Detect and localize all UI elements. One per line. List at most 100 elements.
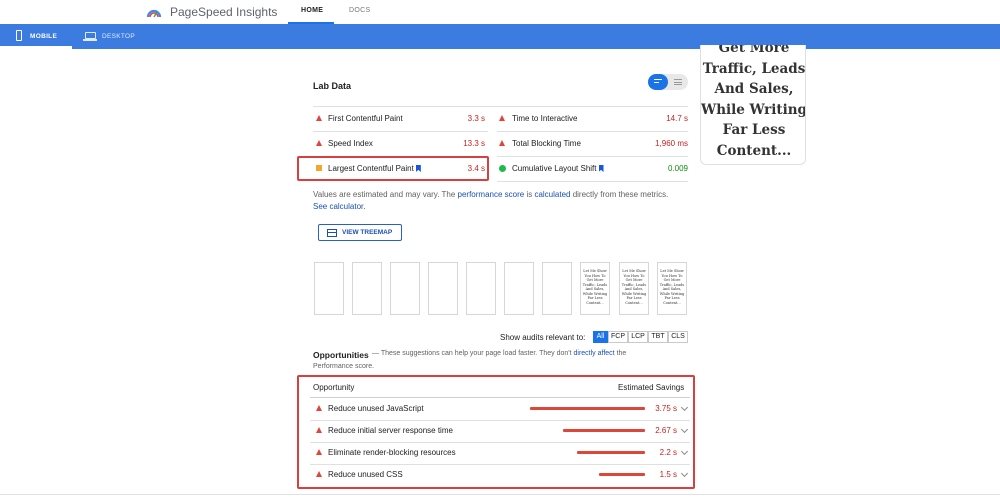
nav-tab-docs[interactable]: DOCS — [349, 7, 370, 14]
summary-list-icon — [654, 79, 662, 85]
filmstrip-frame — [314, 262, 344, 315]
divider — [313, 106, 688, 107]
lab-data-note: Values are estimated and may vary. The p… — [313, 189, 683, 213]
pass-circle-icon — [499, 165, 506, 172]
opportunities-description: — These suggestions can help your page l… — [372, 350, 626, 357]
promo-headline-line: Get More — [718, 45, 790, 56]
savings-column-header: Estimated Savings — [618, 383, 685, 392]
divider — [0, 494, 1000, 495]
divider — [497, 156, 688, 157]
savings-bar — [563, 429, 645, 432]
directly-affect-link[interactable]: directly affect — [574, 350, 615, 357]
opportunity-label[interactable]: Reduce unused CSS — [328, 470, 403, 479]
see-calculator-link[interactable]: See calculator. — [313, 202, 365, 211]
summary-view-button[interactable] — [648, 74, 668, 90]
highlight-box-lcp — [297, 156, 489, 181]
metric-value-tbt: 1,960 ms — [655, 139, 688, 148]
opportunity-label[interactable]: Reduce initial server response time — [328, 426, 453, 435]
filmstrip-frame: Let Me Show You How To Get More Traffic,… — [619, 262, 649, 315]
pagespeed-logo-icon — [146, 4, 162, 20]
view-treemap-button[interactable]: VIEW TREEMAP — [318, 224, 402, 241]
filmstrip-frame — [504, 262, 534, 315]
metric-label-cls: Cumulative Layout Shift — [512, 164, 604, 173]
metric-view-toggle[interactable] — [648, 74, 688, 90]
metric-label-tbt: Total Blocking Time — [512, 139, 581, 148]
note-text: directly from these metrics. — [570, 190, 669, 199]
promo-headline-line: While Writing — [701, 101, 806, 118]
divider — [310, 442, 690, 443]
filmstrip-frame — [428, 262, 458, 315]
opp-desc-text: the — [614, 350, 627, 357]
top-header: PageSpeed Insights HOME DOCS — [0, 0, 1000, 24]
bookmark-icon[interactable] — [598, 165, 604, 172]
mobile-phone-icon — [16, 30, 22, 41]
savings-value: 3.75 s — [655, 404, 677, 413]
filmstrip-frame — [542, 262, 572, 315]
filmstrip-frame: Let Me Show You How To Get More Traffic,… — [657, 262, 687, 315]
promo-card[interactable]: Get More Traffic, Leads And Sales, While Wr… — [700, 45, 806, 165]
opportunities-title: Opportunities — [313, 350, 369, 360]
promo-headline-line: And Sales, — [714, 81, 794, 97]
divider — [310, 420, 690, 421]
filter-tbt[interactable]: TBT — [648, 331, 668, 343]
tab-desktop[interactable]: DESKTOP — [102, 33, 135, 40]
filmstrip-frame: Let Me Show You How To Get More Traffic,… — [580, 262, 610, 315]
opportunity-column-header: Opportunity — [313, 383, 355, 392]
opportunity-label[interactable]: Reduce unused JavaScript — [328, 404, 424, 413]
fail-triangle-icon — [316, 115, 322, 121]
promo-headline-line: Content... — [716, 142, 792, 159]
filmstrip-frame-text: Let Me Show You How To Get More Traffic,… — [582, 269, 608, 305]
tab-mobile[interactable]: MOBILE — [30, 33, 57, 40]
divider — [497, 131, 688, 132]
promo-headline-line: Traffic, Leads — [702, 60, 806, 77]
promo-headline: Get More Traffic, Leads And Sales, While Wr… — [701, 45, 806, 161]
expanded-list-icon[interactable] — [674, 79, 682, 85]
metric-label-tti: Time to Interactive — [512, 114, 578, 123]
fail-triangle-icon — [499, 115, 505, 121]
savings-value: 2.2 s — [659, 448, 677, 457]
nav-tab-home[interactable]: HOME — [301, 7, 323, 14]
opportunity-label[interactable]: Eliminate render-blocking resources — [328, 448, 456, 457]
filter-cls[interactable]: CLS — [668, 331, 688, 343]
calculated-link[interactable]: calculated — [534, 190, 570, 199]
savings-bar — [577, 451, 645, 454]
metric-label-si: Speed Index — [328, 139, 373, 148]
opportunities-description-line2: Performance score. — [313, 363, 375, 370]
fail-triangle-icon — [316, 449, 322, 455]
note-text: Values are estimated and may vary. The — [313, 190, 458, 199]
metric-value-cls: 0.009 — [667, 164, 688, 173]
filter-lcp[interactable]: LCP — [628, 331, 648, 343]
metric-value-fcp: 3.3 s — [467, 114, 485, 123]
page-root: { "header": { "brand": "PageSpeed Insigh… — [0, 0, 1000, 497]
performance-score-link[interactable]: performance score — [458, 190, 525, 199]
savings-bar — [530, 407, 645, 410]
filmstrip-frame — [352, 262, 382, 315]
fail-triangle-icon — [316, 140, 322, 146]
filter-fcp[interactable]: FCP — [608, 331, 628, 343]
desktop-monitor-icon — [83, 32, 97, 41]
metric-value-si: 13.3 s — [463, 139, 485, 148]
fail-triangle-icon — [316, 471, 322, 477]
metric-label-fcp: First Contentful Paint — [328, 114, 403, 123]
promo-headline-line: Far Less — [722, 122, 786, 138]
device-tab-bar: MOBILE DESKTOP — [0, 24, 1000, 49]
filter-all[interactable]: All — [593, 331, 608, 343]
fail-triangle-icon — [499, 140, 505, 146]
divider — [310, 397, 690, 398]
divider — [497, 181, 688, 182]
filmstrip-frame — [390, 262, 420, 315]
mobile-tab-active-indicator — [0, 46, 72, 49]
audits-filter-label: Show audits relevant to: — [500, 333, 586, 342]
opp-desc-text: — These suggestions can help your page l… — [372, 350, 574, 357]
filmstrip-frame — [466, 262, 496, 315]
brand-title[interactable]: PageSpeed Insights — [170, 5, 277, 19]
filmstrip-frame-text: Let Me Show You How To Get More Traffic,… — [659, 269, 685, 305]
savings-value: 2.67 s — [655, 426, 677, 435]
lab-data-title: Lab Data — [313, 81, 352, 91]
fail-triangle-icon — [316, 427, 322, 433]
metric-value-tti: 14.7 s — [666, 114, 688, 123]
savings-bar — [599, 473, 645, 476]
divider — [310, 464, 690, 465]
filmstrip-frame-text: Let Me Show You How To Get More Traffic,… — [621, 269, 647, 305]
view-treemap-label: VIEW TREEMAP — [342, 229, 393, 236]
